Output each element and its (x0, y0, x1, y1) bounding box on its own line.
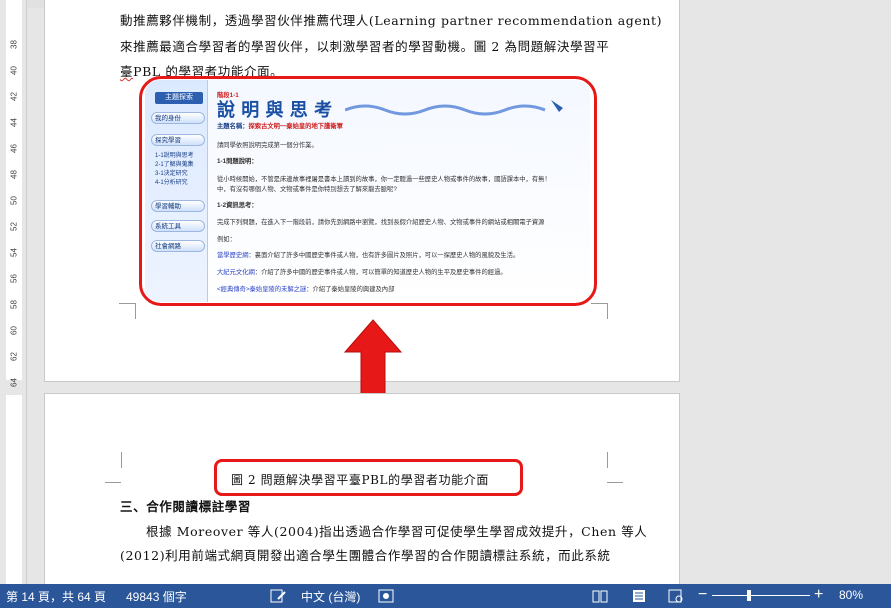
crop-mark (105, 466, 121, 483)
zoom-in-button[interactable]: + (814, 586, 823, 604)
crop-mark (591, 303, 608, 319)
macro-record-icon[interactable] (378, 589, 394, 603)
ruler-tick: 60 (9, 326, 19, 335)
ruler-tick: 38 (9, 40, 19, 49)
ruler-tick: 56 (9, 274, 19, 283)
highlight-frame (139, 76, 597, 306)
crop-mark (119, 303, 135, 320)
language-indicator[interactable]: 中文 (台灣) (301, 588, 360, 605)
body-text-line[interactable]: 來推薦最適合學習者的學習伙伴，以刺激學習者的學習動機。圖 2 為問題解決學習平 (120, 36, 609, 55)
read-mode-icon[interactable] (592, 589, 608, 603)
zoom-slider-track[interactable] (712, 595, 810, 596)
ruler-tick: 62 (9, 352, 19, 361)
ruler-tick: 50 (9, 196, 19, 205)
canvas-background (680, 0, 891, 584)
ruler-tick: 54 (9, 248, 19, 257)
crop-mark (135, 303, 152, 319)
ruler-tick: 46 (9, 144, 19, 153)
print-layout-icon[interactable] (631, 589, 647, 603)
section-heading[interactable]: 三、合作閱讀標註學習 (120, 496, 251, 515)
web-layout-icon[interactable] (668, 589, 684, 603)
ruler-tick: 58 (9, 300, 19, 309)
ruler-tick: 48 (9, 170, 19, 179)
ruler-tick: 40 (9, 66, 19, 75)
word-count[interactable]: 49843 個字 (126, 588, 187, 605)
zoom-out-button[interactable]: − (698, 586, 707, 604)
ruler-tick: 64 (9, 378, 19, 387)
ruler-tick: 42 (9, 92, 19, 101)
body-text-line[interactable]: (2012)利用前端式網頁開發出適合學生團體合作學習的合作閱讀標註系統，而此系統 (120, 545, 611, 564)
zoom-slider-thumb[interactable] (747, 590, 751, 601)
body-text-line[interactable]: 根據 Moreover 等人(2004)指出透過合作學習可促使學生學習成效提升，… (146, 521, 647, 540)
highlight-frame (214, 459, 523, 496)
zoom-level[interactable]: 80% (839, 588, 863, 602)
body-text-line[interactable]: 動推薦夥伴機制，透過學習伙伴推薦代理人(Learning partner rec… (120, 10, 662, 29)
vertical-ruler[interactable]: 38 40 42 44 46 48 50 52 54 56 58 60 62 6… (0, 0, 27, 584)
proofing-icon[interactable] (270, 589, 286, 603)
ruler-tick: 52 (9, 222, 19, 231)
spellcheck-word[interactable]: 臺 (120, 64, 133, 79)
page-count[interactable]: 第 14 頁，共 64 頁 (6, 588, 106, 605)
crop-mark (607, 466, 623, 483)
status-bar: 第 14 頁，共 64 頁 49843 個字 中文 (台灣) − + 80% (0, 584, 891, 608)
ruler-tick: 44 (9, 118, 19, 127)
